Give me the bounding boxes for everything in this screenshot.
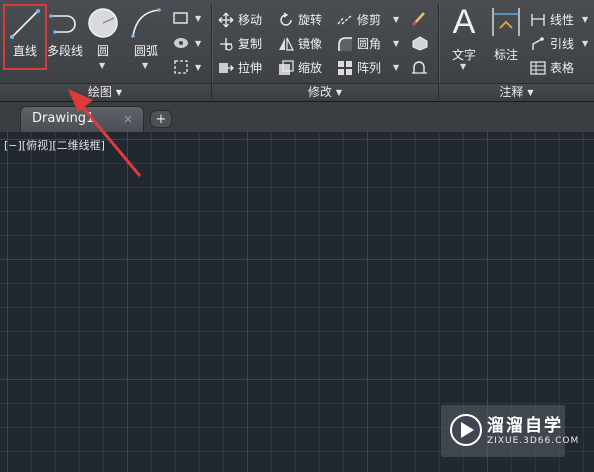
hatch-icon bbox=[174, 38, 188, 48]
leader-tool[interactable]: 引线 ▼ bbox=[530, 33, 592, 55]
array-icon bbox=[338, 61, 352, 75]
trim-tool[interactable]: 修剪 ▼ bbox=[337, 9, 401, 31]
draw-panel-caret-icon: ▼ bbox=[115, 88, 123, 97]
mirror-tool[interactable]: 镜像 bbox=[278, 33, 330, 55]
array-label: 阵列 bbox=[357, 61, 382, 75]
arc-tool[interactable]: 圆弧 ▼ bbox=[128, 6, 164, 76]
scale-label: 缩放 bbox=[298, 61, 323, 75]
text-dropdown-icon[interactable]: ▼ bbox=[460, 62, 466, 71]
line-highlight-box bbox=[3, 4, 47, 70]
scale-tool[interactable]: 缩放 bbox=[278, 57, 330, 79]
leader-icon bbox=[532, 37, 544, 50]
polyline-label: 多段线 bbox=[46, 44, 83, 58]
tab-drawing1-label: Drawing1 bbox=[32, 111, 95, 126]
file-tab-bar: Drawing1 × + bbox=[0, 102, 594, 132]
circle-label: 圆 bbox=[96, 44, 109, 58]
fillet-dropdown-icon[interactable]: ▼ bbox=[393, 33, 399, 55]
fillet-icon bbox=[338, 37, 352, 51]
text-tool[interactable]: A 文字 ▼ bbox=[443, 3, 485, 80]
explode-tool[interactable] bbox=[411, 35, 431, 53]
modify-panel-caret-icon: ▼ bbox=[335, 88, 343, 97]
modify-panel-title: 修改 bbox=[307, 85, 332, 99]
ribbon: 直线 多段线 圆 ▼ 圆弧 ▼ ▼ ▼ ▼ 绘图 ▼ 移动 旋转 修剪 ▼ 复制… bbox=[0, 0, 594, 102]
move-tool[interactable]: 移动 bbox=[218, 9, 270, 31]
offset-tool[interactable] bbox=[411, 59, 431, 77]
table-label: 表格 bbox=[550, 61, 575, 75]
linear-label: 线性 bbox=[550, 13, 575, 27]
new-tab-button[interactable]: + bbox=[150, 110, 172, 128]
mirror-label: 镜像 bbox=[298, 37, 323, 51]
leader-label: 引线 bbox=[550, 37, 575, 51]
circle-icon bbox=[88, 8, 118, 38]
move-icon bbox=[218, 12, 234, 28]
hatch-tool[interactable]: ▼ bbox=[172, 35, 206, 53]
hatch-dropdown-icon[interactable]: ▼ bbox=[195, 39, 201, 48]
boundary-tool[interactable]: ▼ bbox=[172, 59, 206, 77]
text-label: 文字 bbox=[451, 48, 476, 62]
stretch-icon bbox=[219, 63, 234, 73]
linear-tool[interactable]: 线性 ▼ bbox=[530, 9, 592, 31]
fillet-label: 圆角 bbox=[357, 37, 382, 51]
close-icon[interactable]: × bbox=[123, 107, 133, 131]
polyline-tool[interactable]: 多段线 bbox=[44, 6, 86, 62]
modify-panel-label[interactable]: 修改 ▼ bbox=[212, 83, 438, 101]
draw-panel-label[interactable]: 绘图 ▼ bbox=[0, 83, 210, 101]
dimension-icon bbox=[492, 8, 520, 36]
erase-icon bbox=[412, 12, 425, 26]
rectangle-dropdown-icon[interactable]: ▼ bbox=[195, 14, 201, 23]
trim-icon bbox=[337, 14, 353, 25]
move-label: 移动 bbox=[238, 13, 263, 27]
array-dropdown-icon[interactable]: ▼ bbox=[393, 57, 399, 79]
erase-tool[interactable] bbox=[411, 10, 431, 28]
stretch-label: 拉伸 bbox=[238, 61, 263, 75]
watermark-url: ZIXUE.3D66.COM bbox=[487, 436, 580, 446]
rotate-icon bbox=[280, 12, 292, 26]
annotation-panel-caret-icon: ▼ bbox=[527, 88, 534, 97]
dimension-label: 标注 bbox=[493, 48, 518, 62]
polyline-icon bbox=[49, 14, 76, 34]
watermark: 溜溜自学 ZIXUE.3D66.COM bbox=[441, 405, 578, 457]
copy-label: 复制 bbox=[238, 37, 263, 51]
offset-icon bbox=[412, 61, 427, 74]
viewport-controls[interactable]: [−][俯视][二维线框] bbox=[4, 137, 105, 153]
circle-tool[interactable]: 圆 ▼ bbox=[86, 6, 120, 76]
arc-label: 圆弧 bbox=[133, 44, 158, 58]
linear-icon bbox=[531, 14, 545, 26]
leader-dropdown-icon[interactable]: ▼ bbox=[582, 33, 588, 55]
tab-drawing1[interactable]: Drawing1 × bbox=[20, 106, 144, 132]
scale-icon bbox=[279, 60, 294, 75]
arc-dropdown-icon[interactable]: ▼ bbox=[142, 61, 148, 70]
annotation-panel-title: 注释 bbox=[499, 85, 524, 99]
annotation-panel-label[interactable]: 注释 ▼ bbox=[439, 83, 594, 101]
circle-dropdown-icon[interactable]: ▼ bbox=[99, 61, 105, 70]
explode-icon bbox=[412, 36, 428, 51]
draw-panel-title: 绘图 bbox=[87, 85, 112, 99]
trim-label: 修剪 bbox=[357, 13, 382, 27]
copy-icon bbox=[220, 38, 233, 51]
rectangle-tool[interactable]: ▼ bbox=[172, 10, 206, 28]
table-tool[interactable]: 表格 bbox=[530, 57, 592, 79]
play-logo-icon bbox=[450, 414, 482, 446]
dimension-tool[interactable]: 标注 bbox=[486, 6, 526, 62]
array-tool[interactable]: 阵列 ▼ bbox=[337, 57, 401, 79]
copy-tool[interactable]: 复制 bbox=[218, 33, 270, 55]
rotate-label: 旋转 bbox=[298, 13, 323, 27]
table-icon bbox=[530, 61, 546, 75]
stretch-tool[interactable]: 拉伸 bbox=[218, 57, 270, 79]
trim-dropdown-icon[interactable]: ▼ bbox=[393, 9, 399, 31]
watermark-name: 溜溜自学 bbox=[487, 416, 563, 436]
text-icon: A bbox=[452, 3, 476, 41]
fillet-tool[interactable]: 圆角 ▼ bbox=[337, 33, 401, 55]
mirror-icon bbox=[279, 37, 294, 51]
rectangle-icon bbox=[173, 12, 188, 24]
boundary-dropdown-icon[interactable]: ▼ bbox=[195, 63, 201, 72]
linear-dropdown-icon[interactable]: ▼ bbox=[582, 9, 588, 31]
rotate-tool[interactable]: 旋转 bbox=[278, 9, 330, 31]
arc-icon bbox=[131, 8, 161, 38]
boundary-icon bbox=[174, 60, 188, 74]
